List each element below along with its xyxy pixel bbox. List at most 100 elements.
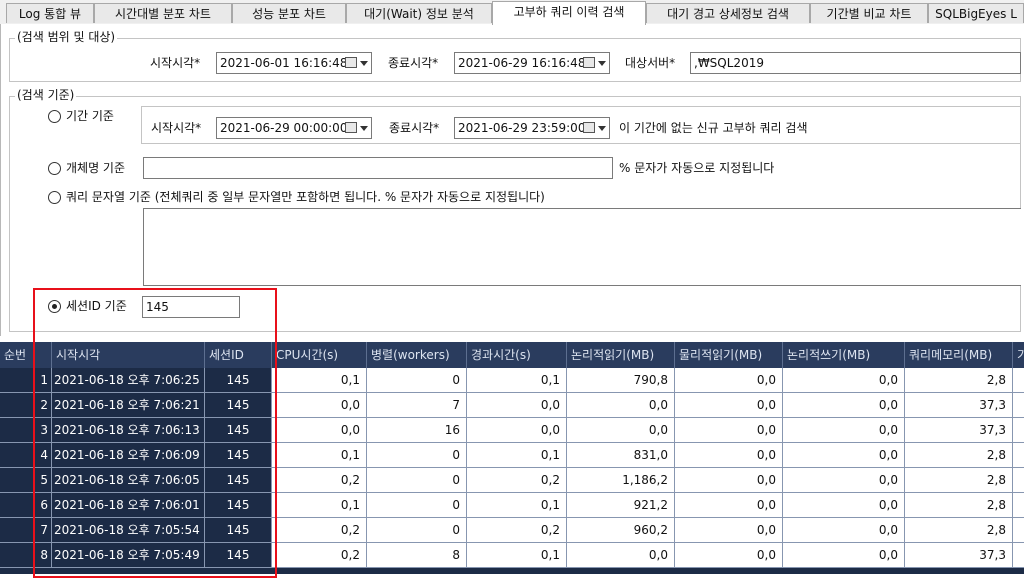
table-cell[interactable]: 0,0 [272, 418, 367, 443]
table-cell[interactable]: 0,2 [467, 518, 567, 543]
table-cell[interactable]: 0,1 [272, 443, 367, 468]
table-cell[interactable]: 0,1 [467, 543, 567, 568]
end-time-picker[interactable]: 2021-06-29 16:16:48 [454, 52, 610, 74]
table-cell[interactable]: 0,0 [272, 393, 367, 418]
end-time-label: 종료시각* [388, 56, 439, 70]
tab-period-compare[interactable]: 기간별 비교 차트 [810, 3, 928, 23]
chevron-down-icon[interactable] [598, 126, 606, 131]
chevron-down-icon[interactable] [598, 61, 606, 66]
period-start-picker[interactable]: 2021-06-29 00:00:00 [216, 117, 372, 139]
query-text-input[interactable] [143, 208, 1021, 286]
tab-sqlbigeyes[interactable]: SQLBigEyes L [928, 3, 1024, 23]
table-cell[interactable]: 0,0 [783, 418, 905, 443]
chevron-down-icon[interactable] [360, 126, 368, 131]
table-cell[interactable]: 0,2 [272, 543, 367, 568]
table-cell[interactable]: 0 [367, 468, 467, 493]
table-cell[interactable]: 37,3 [905, 393, 1013, 418]
col-header-query-memory[interactable]: 쿼리메모리(MB) [905, 342, 1013, 368]
col-header-more[interactable]: 기 [1013, 342, 1024, 368]
object-name-label: 개체명 기준 [66, 161, 126, 175]
table-cell[interactable]: 2,8 [905, 518, 1013, 543]
table-cell[interactable]: 0,0 [675, 393, 783, 418]
table-cell[interactable]: 0,0 [467, 393, 567, 418]
object-name-radio[interactable] [48, 162, 61, 175]
table-cell[interactable]: 0 [367, 493, 467, 518]
query-text-radio[interactable] [48, 191, 61, 204]
table-cell[interactable]: 0,0 [675, 543, 783, 568]
table-cell[interactable]: 16 [367, 418, 467, 443]
object-name-input[interactable] [143, 157, 613, 179]
start-time-label: 시작시각* [150, 56, 201, 70]
tab-wait-analysis[interactable]: 대기(Wait) 정보 분석 [346, 3, 492, 23]
period-end-picker[interactable]: 2021-06-29 23:59:00 [454, 117, 610, 139]
table-cell-overflow [1013, 368, 1024, 393]
start-time-picker[interactable]: 2021-06-01 16:16:48 [216, 52, 372, 74]
col-header-parallel[interactable]: 병렬(workers) [367, 342, 467, 368]
tab-wait-alert-search[interactable]: 대기 경고 상세정보 검색 [646, 3, 810, 23]
period-radio[interactable] [48, 110, 61, 123]
col-header-logical-writes[interactable]: 논리적쓰기(MB) [783, 342, 905, 368]
table-cell[interactable]: 2,8 [905, 443, 1013, 468]
table-cell[interactable]: 2,8 [905, 368, 1013, 393]
table-cell[interactable]: 37,3 [905, 418, 1013, 443]
table-cell[interactable]: 0,0 [783, 468, 905, 493]
table-cell[interactable]: 0,0 [675, 418, 783, 443]
table-cell[interactable]: 0,1 [467, 368, 567, 393]
table-cell[interactable]: 1,186,2 [567, 468, 675, 493]
table-cell[interactable]: 0,2 [272, 468, 367, 493]
period-note: 이 기간에 없는 신규 고부하 쿼리 검색 [619, 121, 808, 135]
table-cell[interactable]: 0 [367, 443, 467, 468]
table-cell[interactable]: 8 [367, 543, 467, 568]
table-cell[interactable]: 0,0 [675, 368, 783, 393]
table-cell[interactable]: 37,3 [905, 543, 1013, 568]
table-cell[interactable]: 0 [367, 518, 467, 543]
col-header-elapsed[interactable]: 경과시간(s) [467, 342, 567, 368]
table-cell[interactable]: 0,1 [467, 493, 567, 518]
table-cell[interactable]: 0,2 [467, 468, 567, 493]
table-cell[interactable]: 0,0 [467, 418, 567, 443]
table-cell[interactable]: 0,0 [675, 493, 783, 518]
query-text-label: 쿼리 문자열 기준 (전체쿼리 중 일부 문자열만 포함하면 됩니다. % 문자… [66, 190, 545, 204]
table-cell[interactable]: 0,0 [783, 443, 905, 468]
table-cell[interactable]: 0,1 [467, 443, 567, 468]
table-cell[interactable]: 7 [367, 393, 467, 418]
calendar-icon[interactable] [345, 122, 357, 133]
table-cell[interactable]: 0,0 [567, 543, 675, 568]
table-cell[interactable]: 0,0 [567, 418, 675, 443]
table-cell[interactable]: 0,2 [272, 518, 367, 543]
table-cell[interactable]: 2,8 [905, 468, 1013, 493]
table-cell[interactable]: 0,0 [675, 518, 783, 543]
table-cell[interactable]: 0,0 [783, 518, 905, 543]
calendar-icon[interactable] [583, 122, 595, 133]
period-start-value: 2021-06-29 00:00:00 [220, 121, 348, 135]
table-cell[interactable]: 0,1 [272, 368, 367, 393]
table-cell[interactable]: 0,1 [272, 493, 367, 518]
col-header-logical-reads[interactable]: 논리적읽기(MB) [567, 342, 675, 368]
table-cell[interactable]: 921,2 [567, 493, 675, 518]
table-cell[interactable]: 790,8 [567, 368, 675, 393]
table-cell[interactable]: 0,0 [675, 468, 783, 493]
table-cell[interactable]: 831,0 [567, 443, 675, 468]
tab-time-distribution[interactable]: 시간대별 분포 차트 [94, 3, 232, 23]
table-cell[interactable]: 2,8 [905, 493, 1013, 518]
calendar-icon[interactable] [345, 57, 357, 68]
table-cell[interactable]: 0,0 [783, 393, 905, 418]
tab-performance-distribution[interactable]: 성능 분포 차트 [232, 3, 346, 23]
chevron-down-icon[interactable] [360, 61, 368, 66]
tab-strip: Log 통합 뷰 시간대별 분포 차트 성능 분포 차트 대기(Wait) 정보… [0, 0, 1024, 25]
table-cell[interactable]: 0,0 [783, 493, 905, 518]
table-cell[interactable]: 0,0 [783, 368, 905, 393]
tab-heavy-query-search[interactable]: 고부하 쿼리 이력 검색 [492, 1, 646, 25]
table-cell[interactable]: 0,0 [567, 393, 675, 418]
table-cell[interactable]: 0,0 [783, 543, 905, 568]
target-server-field[interactable]: ,₩SQL2019 [690, 52, 1021, 74]
search-criteria-title: (검색 기준) [15, 88, 77, 102]
calendar-icon[interactable] [583, 57, 595, 68]
tab-log-view[interactable]: Log 통합 뷰 [6, 3, 94, 23]
table-cell[interactable]: 960,2 [567, 518, 675, 543]
table-cell[interactable]: 0 [367, 368, 467, 393]
col-header-physical-reads[interactable]: 물리적읽기(MB) [675, 342, 783, 368]
table-cell[interactable]: 0,0 [675, 443, 783, 468]
col-header-cpu-time[interactable]: CPU시간(s) [272, 342, 367, 368]
table-cell-overflow [1013, 418, 1024, 443]
